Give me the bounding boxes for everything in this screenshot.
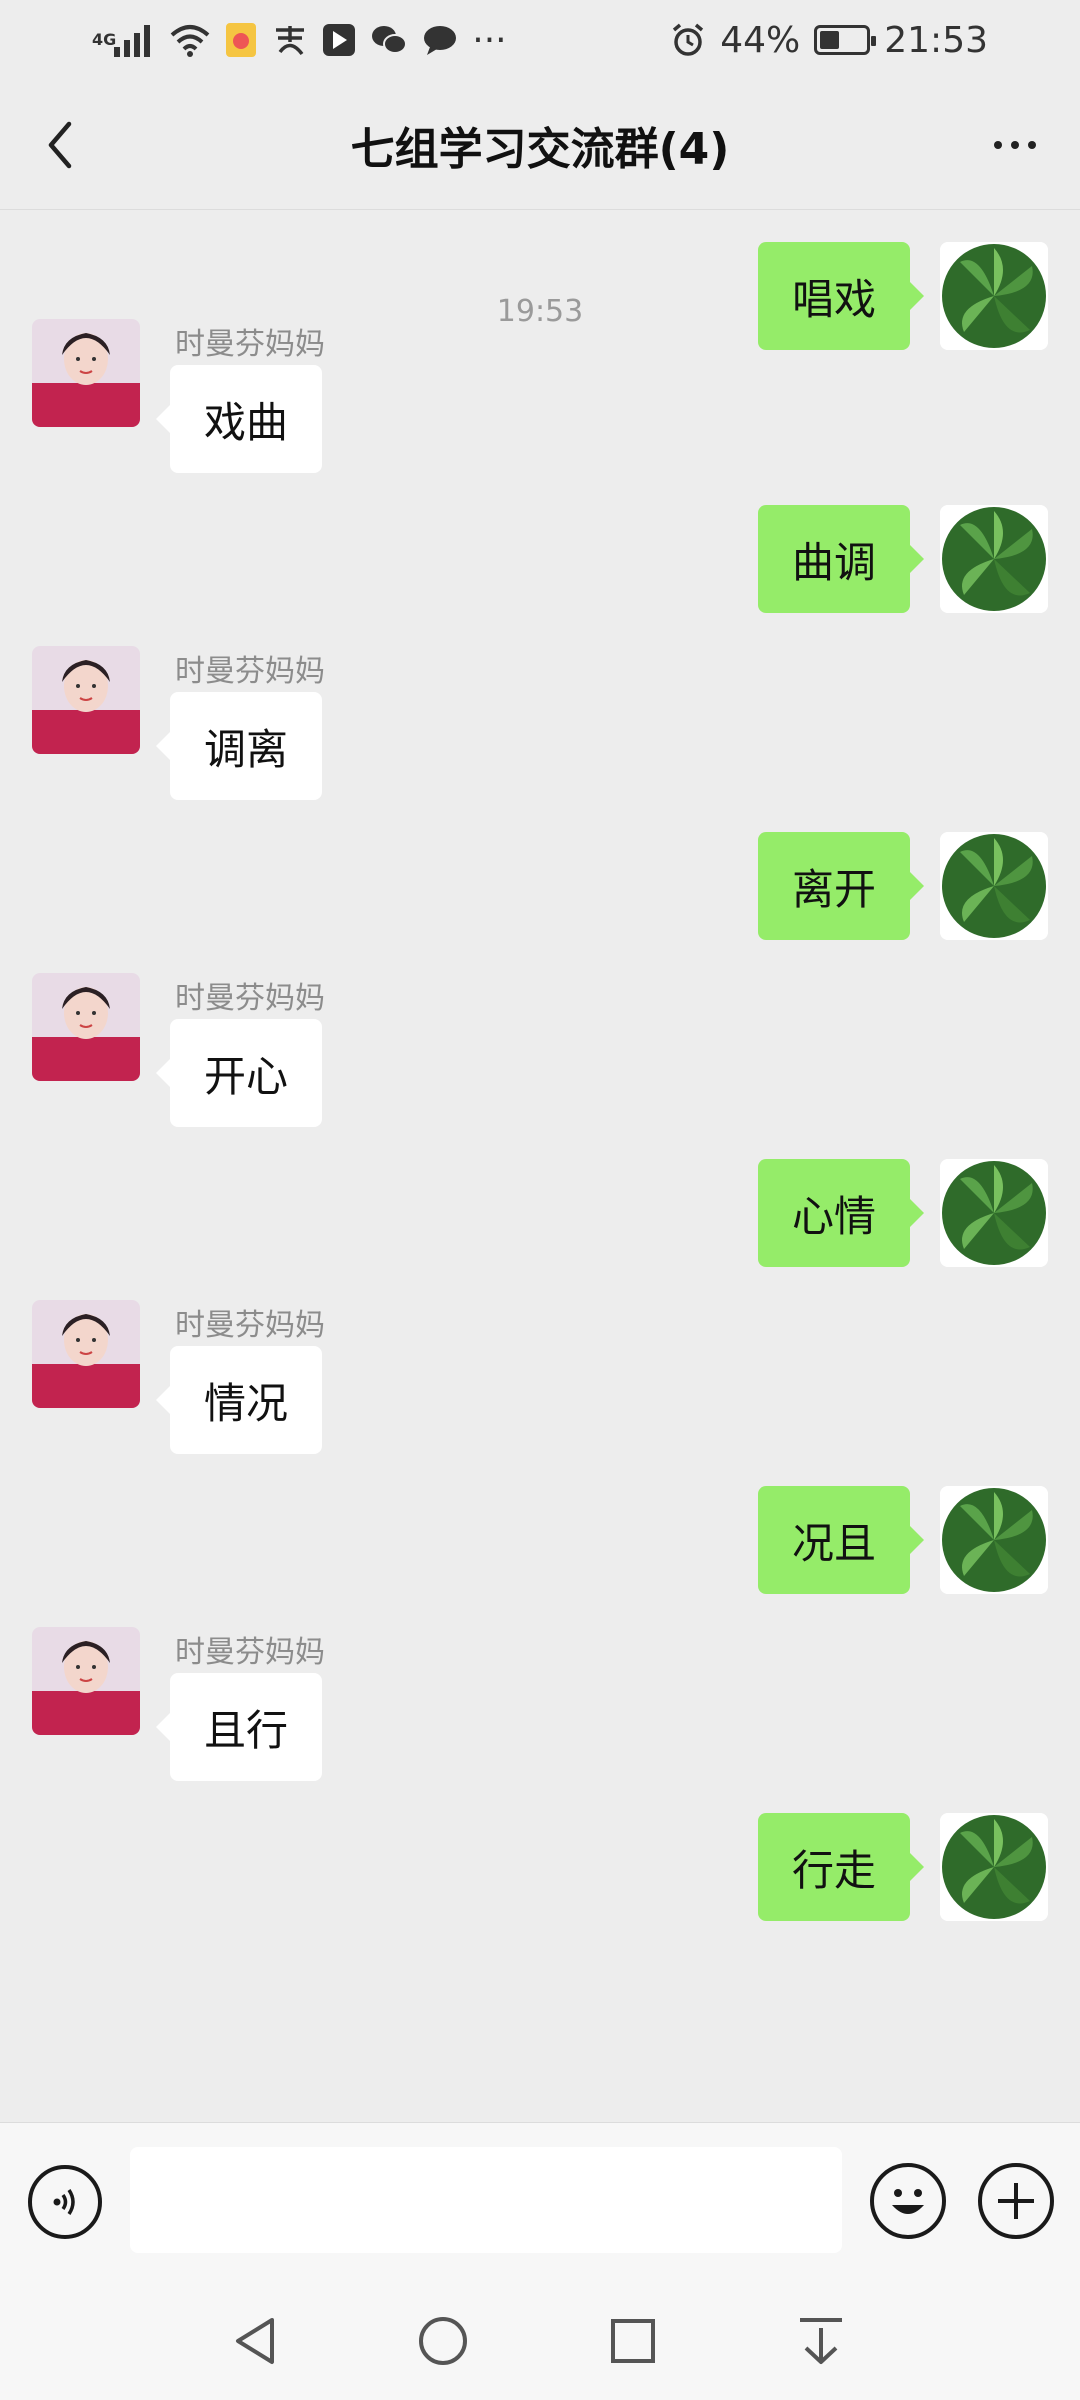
my-avatar[interactable] bbox=[940, 832, 1048, 940]
plus-button[interactable] bbox=[978, 2163, 1054, 2239]
sender-name: 时曼芬妈妈 bbox=[175, 981, 325, 1016]
my-avatar[interactable] bbox=[940, 505, 1048, 613]
square-recent-icon bbox=[611, 2319, 655, 2363]
more-button[interactable] bbox=[980, 115, 1050, 175]
nav-home-button[interactable] bbox=[408, 2306, 478, 2376]
more-dots-icon bbox=[994, 141, 1002, 149]
message-input[interactable] bbox=[130, 2147, 842, 2253]
input-bar bbox=[0, 2122, 1080, 2282]
received-message: 时曼芬妈妈 开心 bbox=[0, 973, 1080, 1127]
sent-message: 行走 bbox=[0, 1813, 1080, 1923]
sender-avatar[interactable] bbox=[32, 1627, 140, 1735]
sender-name: 时曼芬妈妈 bbox=[175, 654, 325, 689]
alipay-icon bbox=[272, 20, 308, 60]
sent-message: 离开 bbox=[0, 832, 1080, 942]
sender-name: 时曼芬妈妈 bbox=[175, 327, 325, 362]
alarm-icon bbox=[670, 20, 706, 60]
status-right: 44% 21:53 bbox=[670, 20, 988, 61]
pull-down-icon bbox=[800, 2318, 842, 2364]
sender-avatar[interactable] bbox=[32, 319, 140, 427]
nav-back-button[interactable] bbox=[220, 2306, 290, 2376]
clock: 21:53 bbox=[884, 19, 988, 61]
wifi-icon bbox=[170, 20, 210, 60]
message-icon bbox=[422, 20, 458, 60]
message-bubble[interactable]: 心情 bbox=[757, 1159, 925, 1267]
status-bar: 4G ··· 44% 21:53 bbox=[0, 0, 1080, 80]
chevron-left-icon bbox=[48, 121, 72, 169]
chat-title: 七组学习交流群(4) bbox=[350, 123, 730, 175]
signal-bars-icon bbox=[114, 25, 151, 57]
sent-message: 况且 bbox=[0, 1486, 1080, 1596]
chat-header: 七组学习交流群(4) bbox=[0, 80, 1080, 210]
my-avatar[interactable] bbox=[940, 1486, 1048, 1594]
sender-name: 时曼芬妈妈 bbox=[175, 1635, 325, 1670]
message-bubble[interactable]: 曲调 bbox=[757, 505, 925, 613]
message-bubble[interactable]: 调离 bbox=[155, 692, 323, 800]
my-avatar[interactable] bbox=[940, 1159, 1048, 1267]
circle-home-icon bbox=[419, 2317, 467, 2365]
message-list[interactable]: 19:53 唱戏 时曼芬妈妈 戏曲 曲调 时曼芬妈妈 调离 离开 时曼芬妈妈 开心 心情 时曼芬妈妈… bbox=[0, 211, 1080, 2121]
my-avatar[interactable] bbox=[940, 1813, 1048, 1921]
system-nav-bar bbox=[0, 2282, 1080, 2400]
sent-message: 曲调 bbox=[0, 505, 1080, 615]
app-notification-icon bbox=[224, 20, 258, 60]
battery-percent: 44% bbox=[720, 19, 801, 61]
status-left: 4G ··· bbox=[92, 19, 507, 61]
received-message: 时曼芬妈妈 且行 bbox=[0, 1627, 1080, 1781]
triangle-back-icon bbox=[236, 2318, 274, 2364]
plus-icon bbox=[998, 2183, 1034, 2219]
emoji-icon bbox=[892, 2189, 924, 2214]
received-message: 时曼芬妈妈 调离 bbox=[0, 646, 1080, 800]
voice-button[interactable] bbox=[28, 2165, 102, 2239]
message-bubble[interactable]: 开心 bbox=[155, 1019, 323, 1127]
voice-icon bbox=[53, 2189, 75, 2215]
message-bubble[interactable]: 戏曲 bbox=[155, 365, 323, 473]
nav-recent-button[interactable] bbox=[598, 2306, 668, 2376]
battery-fill bbox=[820, 31, 840, 49]
sender-avatar[interactable] bbox=[32, 1300, 140, 1408]
sender-name: 时曼芬妈妈 bbox=[175, 1308, 325, 1343]
received-message: 时曼芬妈妈 情况 bbox=[0, 1300, 1080, 1454]
sender-avatar[interactable] bbox=[32, 973, 140, 1081]
back-button[interactable] bbox=[30, 115, 90, 175]
play-store-icon bbox=[322, 20, 356, 60]
emoji-button[interactable] bbox=[870, 2163, 946, 2239]
message-bubble[interactable]: 行走 bbox=[757, 1813, 925, 1921]
status-overflow: ··· bbox=[472, 19, 507, 61]
nav-pulldown-button[interactable] bbox=[786, 2306, 856, 2376]
battery-icon bbox=[814, 25, 877, 55]
sent-message: 心情 bbox=[0, 1159, 1080, 1269]
message-bubble[interactable]: 情况 bbox=[155, 1346, 323, 1454]
wechat-icon bbox=[370, 20, 408, 60]
message-bubble[interactable]: 离开 bbox=[757, 832, 925, 940]
message-bubble[interactable]: 且行 bbox=[155, 1673, 323, 1781]
signal-icon: 4G bbox=[92, 20, 156, 60]
sender-avatar[interactable] bbox=[32, 646, 140, 754]
message-bubble[interactable]: 况且 bbox=[757, 1486, 925, 1594]
received-message: 时曼芬妈妈 戏曲 bbox=[0, 319, 1080, 473]
